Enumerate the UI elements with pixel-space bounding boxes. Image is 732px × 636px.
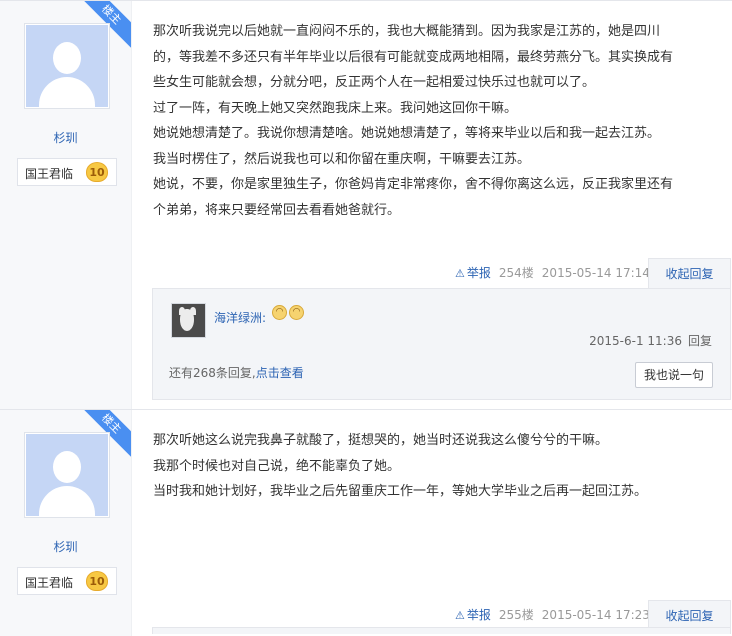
collapse-replies-button[interactable]: 收起回复: [648, 600, 731, 630]
avatar[interactable]: [24, 432, 110, 518]
more-replies-count: 还有268条回复,: [169, 366, 256, 380]
level-badge-icon: 10: [86, 571, 108, 591]
smiley-icon: ◠: [272, 305, 287, 320]
reply-panel: 海洋绿洲: ◠ ◠ 2015-6-1 11:36 回复 还有268条回复,点击查看…: [152, 288, 731, 400]
post-line: 我那个时候也对自己说，绝不能辜负了她。: [153, 458, 401, 474]
post-254: 楼主 杉玔 国王君临 10 那次听我说完以后她就一直闷闷不乐的，我也大概能猜到。…: [0, 0, 732, 409]
rank-badge[interactable]: 国王君临 10: [17, 158, 117, 186]
post-line: 个弟弟，将来只要经常回去看看她爸就行。: [153, 202, 401, 218]
post-line: 我当时楞住了，然后说我也可以和你留在重庆啊，干嘛要去江苏。: [153, 151, 531, 167]
reply-time: 2015-6-1 11:36: [589, 334, 682, 348]
rank-name: 国王君临: [25, 576, 74, 590]
reply-meta: 2015-6-1 11:36 回复: [589, 332, 712, 349]
default-avatar-icon: [26, 25, 108, 107]
post-line: 些女生可能就会想，分就分吧，反正两个人在一起相爱过快乐过也就可以了。: [153, 75, 596, 90]
post-time: 2015-05-14 17:23: [541, 608, 650, 622]
post-255: 楼主 杉玔 国王君临 10 那次听她这么说完我鼻子就酸了，挺想哭的，她当时还说我…: [0, 409, 732, 636]
reply-avatar[interactable]: [171, 303, 206, 338]
collapse-replies-button[interactable]: 收起回复: [648, 258, 731, 288]
view-more-link[interactable]: 点击查看: [256, 366, 304, 380]
author-panel: 楼主 杉玔 国王君临 10: [0, 410, 132, 636]
report-link[interactable]: ⚠ 举报: [455, 608, 491, 622]
smiley-icon: ◠: [289, 305, 304, 320]
default-avatar-icon: [26, 434, 108, 516]
rank-name: 国王君临: [25, 167, 74, 181]
report-label: 举报: [466, 266, 491, 280]
username-link[interactable]: 杉玔: [0, 129, 131, 146]
reply-username[interactable]: 海洋绿洲:: [214, 309, 266, 326]
reply-panel: [152, 627, 731, 634]
author-panel: 楼主 杉玔 国王君临 10: [0, 1, 132, 409]
post-line: 过了一阵，有天晚上她又突然跑我床上来。我问她这回你干嘛。: [153, 100, 518, 116]
report-label: 举报: [466, 608, 491, 622]
say-something-button[interactable]: 我也说一句: [635, 362, 713, 388]
level-badge-icon: 10: [86, 162, 108, 182]
warning-triangle-icon: ⚠: [455, 267, 465, 280]
post-content: 那次听我说完以后她就一直闷闷不乐的，我也大概能猜到。因为我家是江苏的，她是四川 …: [153, 19, 721, 223]
post-line: 她说，不要，你是家里独生子，你爸妈肯定非常疼你，舍不得你离这么远，反正我家里还有: [153, 177, 674, 192]
post-tail: ⚠ 举报 254楼 2015-05-14 17:14: [455, 258, 650, 288]
avatar[interactable]: [24, 23, 110, 109]
floor-number: 254楼: [498, 266, 534, 280]
reply-link[interactable]: 回复: [688, 334, 712, 348]
rank-badge[interactable]: 国王君临 10: [17, 567, 117, 595]
post-line: 她说她想清楚了。我说你想清楚啥。她说她想清楚了，等将来毕业以后和我一起去江苏。: [153, 126, 661, 141]
more-replies: 还有268条回复,点击查看: [169, 364, 304, 381]
post-line: 当时我和她计划好，我毕业之后先留重庆工作一年，等她大学毕业之后再一起回江苏。: [153, 484, 648, 499]
post-line: 的，等我差不多还只有半年毕业以后很有可能就变成两地相隔，最终劳燕分飞。其实换成有: [153, 49, 674, 65]
floor-number: 255楼: [498, 608, 534, 622]
post-line: 那次听我说完以后她就一直闷闷不乐的，我也大概能猜到。因为我家是江苏的，她是四川: [153, 24, 661, 39]
report-link[interactable]: ⚠ 举报: [455, 266, 491, 280]
post-time: 2015-05-14 17:14: [541, 266, 650, 280]
username-link[interactable]: 杉玔: [0, 538, 131, 555]
post-line: 那次听她这么说完我鼻子就酸了，挺想哭的，她当时还说我这么傻兮兮的干嘛。: [153, 433, 609, 448]
post-tail: ⚠ 举报 255楼 2015-05-14 17:23: [455, 600, 650, 630]
post-content: 那次听她这么说完我鼻子就酸了，挺想哭的，她当时还说我这么傻兮兮的干嘛。 我那个时…: [153, 428, 721, 505]
